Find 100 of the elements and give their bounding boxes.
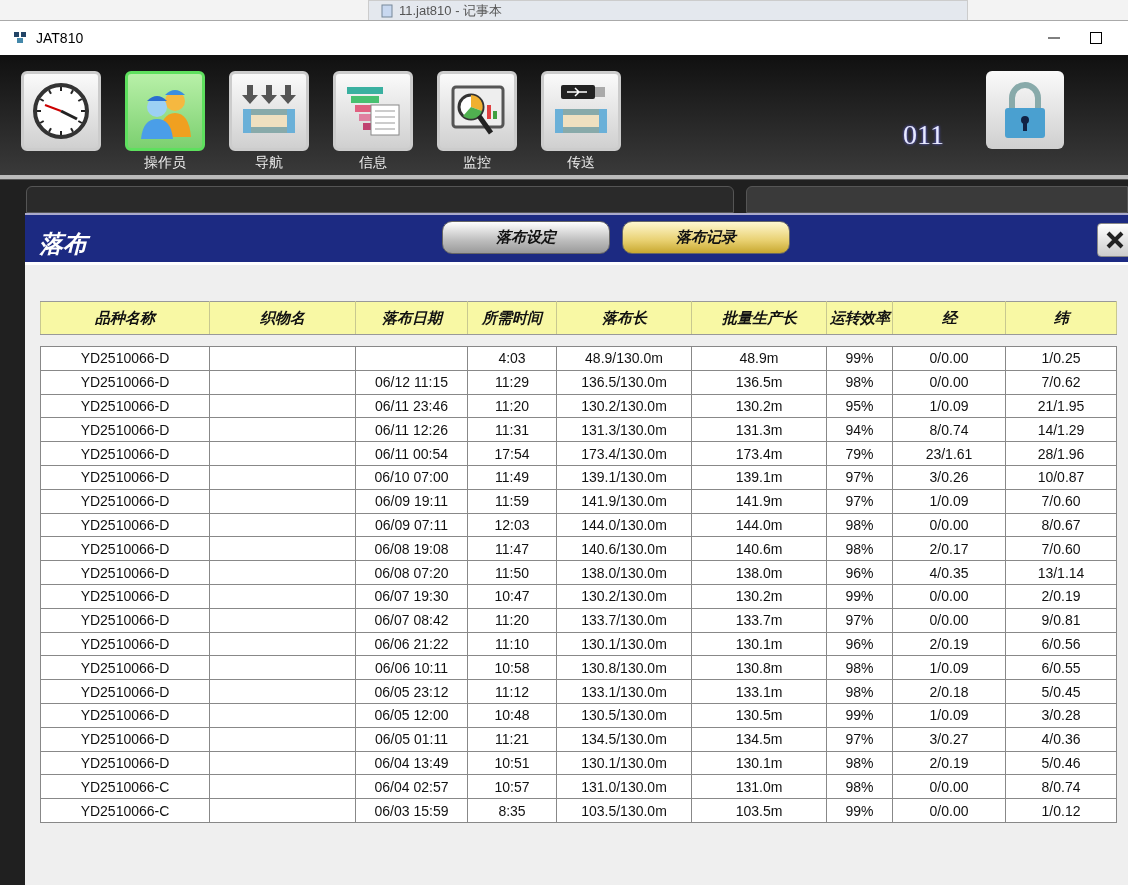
window-title: JAT810	[36, 30, 84, 46]
table-cell: 7/0.60	[1005, 489, 1117, 514]
toolbar-label: 导航	[255, 153, 283, 171]
table-cell: 130.1m	[691, 632, 827, 656]
table-cell: 98%	[826, 751, 893, 775]
table-cell: 140.6/130.0m	[556, 536, 692, 561]
toolbar-button[interactable]	[21, 71, 101, 151]
table-cell: YD2510066-D	[40, 584, 210, 609]
table-cell: 3/0.26	[892, 465, 1006, 490]
table-cell: 139.1m	[691, 465, 827, 490]
table-cell: 0/0.00	[892, 798, 1006, 823]
table-cell: 1/0.09	[892, 703, 1006, 728]
table-cell: 6/0.56	[1005, 632, 1117, 656]
table-cell: YD2510066-D	[40, 489, 210, 514]
table-cell: 11:49	[467, 465, 557, 490]
document-icon	[381, 3, 393, 18]
table-cell: 06/05 12:00	[355, 703, 468, 728]
column-header: 落布长	[556, 301, 692, 335]
column-header: 纬	[1005, 301, 1117, 335]
lock-button[interactable]	[985, 71, 1064, 149]
table-cell: YD2510066-D	[40, 655, 210, 680]
table-cell: 1/0.09	[892, 655, 1006, 680]
table-cell: 06/12 11:15	[355, 370, 468, 395]
table-cell: 138.0/130.0m	[556, 560, 692, 585]
table-cell: 06/03 15:59	[355, 798, 468, 823]
table-cell: 6/0.55	[1005, 655, 1117, 680]
table-cell: 98%	[826, 370, 893, 395]
column-header: 织物名	[209, 301, 356, 335]
table-cell: 06/11 12:26	[355, 417, 468, 442]
table-cell: 06/07 08:42	[355, 608, 468, 633]
table-cell: 130.2m	[691, 394, 827, 418]
table-cell: 2/0.19	[892, 632, 1006, 656]
table-cell: 2/0.19	[892, 751, 1006, 775]
table-cell: 99%	[826, 703, 893, 728]
table-cell: 10:51	[467, 751, 557, 775]
toolbar-label: 监控	[463, 153, 491, 171]
table-cell: 99%	[826, 584, 893, 609]
table-cell: 130.2m	[691, 584, 827, 609]
table-cell: 0/0.00	[892, 774, 1006, 799]
table-cell: 99%	[826, 346, 893, 371]
table-cell: 130.1/130.0m	[556, 632, 692, 656]
table-cell: 2/0.17	[892, 536, 1006, 561]
table-cell: 0/0.00	[892, 370, 1006, 395]
table-cell: 131.0m	[691, 774, 827, 799]
table-cell: 96%	[826, 632, 893, 656]
table-cell: 98%	[826, 774, 893, 799]
table-cell: 133.7/130.0m	[556, 608, 692, 633]
tab[interactable]: 落布设定	[442, 221, 610, 254]
table-cell: 1/0.12	[1005, 798, 1117, 823]
table-cell: YD2510066-D	[40, 560, 210, 585]
table-cell: 140.6m	[691, 536, 827, 561]
table-cell: 98%	[826, 513, 893, 537]
table-cell: 0/0.00	[892, 584, 1006, 609]
table-cell: 138.0m	[691, 560, 827, 585]
table-cell: 06/09 07:11	[355, 513, 468, 537]
table-cell: 11:20	[467, 394, 557, 418]
table-cell: 8/0.67	[1005, 513, 1117, 537]
table-cell: 28/1.96	[1005, 441, 1117, 466]
table-cell: 136.5/130.0m	[556, 370, 692, 395]
table-cell: 10/0.87	[1005, 465, 1117, 490]
table-cell: 134.5/130.0m	[556, 727, 692, 752]
table-cell: 133.1m	[691, 679, 827, 704]
app-icon	[14, 32, 28, 44]
table-cell: YD2510066-D	[40, 417, 210, 442]
table-cell: 5/0.46	[1005, 751, 1117, 775]
table-cell: 06/08 19:08	[355, 536, 468, 561]
table-cell: 21/1.95	[1005, 394, 1117, 418]
toolbar-button[interactable]	[541, 71, 621, 151]
table-cell: 11:10	[467, 632, 557, 656]
table-cell: 0/0.00	[892, 513, 1006, 537]
toolbar-button[interactable]	[437, 71, 517, 151]
toolbar-button[interactable]	[229, 71, 309, 151]
table-cell: 7/0.62	[1005, 370, 1117, 395]
table-cell: 95%	[826, 394, 893, 418]
toolbar-label: 操作员	[144, 153, 186, 171]
table-cell: 8/0.74	[1005, 774, 1117, 799]
table-cell: 131.3/130.0m	[556, 417, 692, 442]
table-cell: 06/05 23:12	[355, 679, 468, 704]
table-cell: 0/0.00	[892, 346, 1006, 371]
close-button[interactable]	[1097, 223, 1128, 257]
counter-value: 011	[903, 119, 944, 151]
maximize-icon[interactable]	[1090, 32, 1102, 44]
table-cell: 144.0/130.0m	[556, 513, 692, 537]
table-cell: 8:35	[467, 798, 557, 823]
table-cell: 141.9/130.0m	[556, 489, 692, 514]
table-cell: 06/11 23:46	[355, 394, 468, 418]
table-cell: 10:47	[467, 584, 557, 609]
table-cell: 3/0.27	[892, 727, 1006, 752]
table-cell: 130.1m	[691, 751, 827, 775]
table-cell: 97%	[826, 465, 893, 490]
table-cell: 96%	[826, 560, 893, 585]
table-cell: 12:03	[467, 513, 557, 537]
table-cell: 103.5m	[691, 798, 827, 823]
table-cell: 136.5m	[691, 370, 827, 395]
table-cell: 11:29	[467, 370, 557, 395]
toolbar-label: 信息	[359, 153, 387, 171]
table-cell: 11:21	[467, 727, 557, 752]
window-tab[interactable]: 11.jat810 - 记事本	[368, 0, 968, 20]
column-header: 运转效率	[826, 301, 893, 335]
tab[interactable]: 落布记录	[622, 221, 790, 254]
